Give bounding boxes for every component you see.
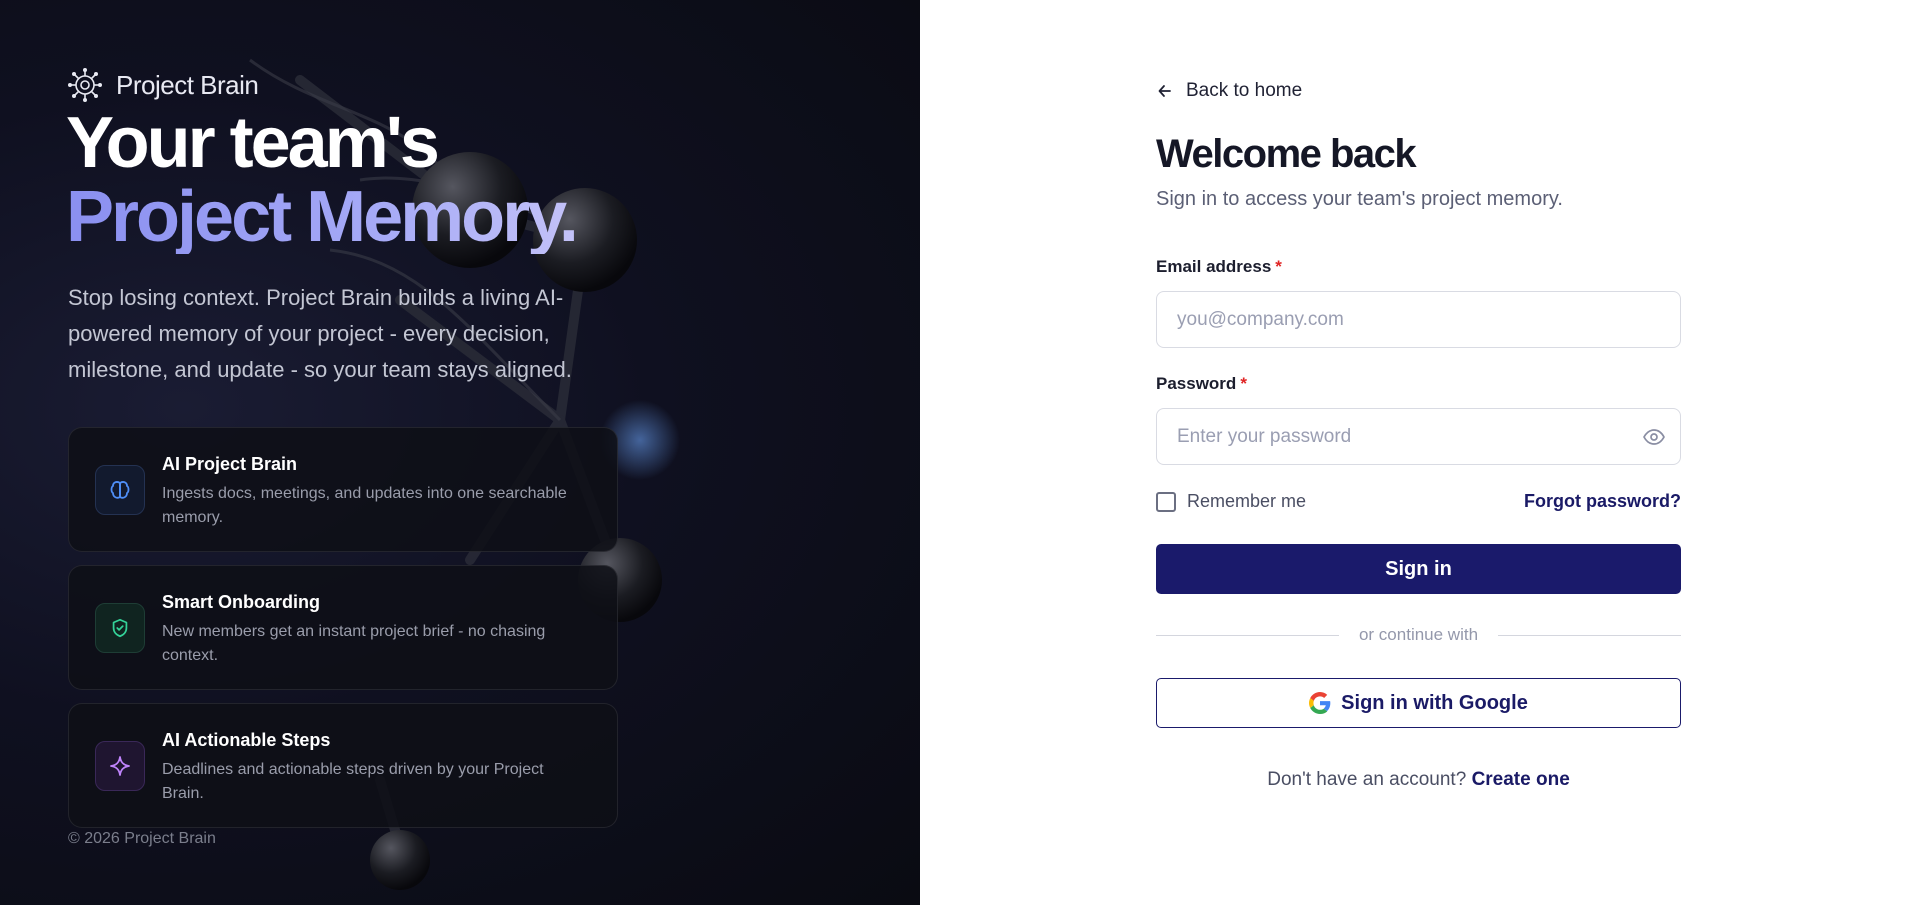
page-subtitle: Sign in to access your team's project me… [1156,188,1563,210]
signin-panel: Back to home Welcome back Sign in to acc… [920,0,1916,905]
required-mark: * [1275,257,1282,276]
network-brain-icon [68,68,102,102]
feature-description: New members get an instant project brief… [162,623,546,664]
google-sign-in-button[interactable]: Sign in with Google [1156,678,1681,728]
feature-description: Deadlines and actionable steps driven by… [162,761,544,802]
eye-icon[interactable] [1641,424,1667,450]
brand: Project Brain [68,68,259,102]
email-label-text: Email address [1156,257,1272,276]
password-label-text: Password [1156,374,1237,393]
feature-card-smart-onboarding: Smart Onboarding New members get an inst… [68,565,618,690]
back-to-home-link[interactable]: Back to home [1156,80,1302,102]
divider-line [1156,634,1339,636]
required-mark: * [1240,374,1247,393]
page-title: Welcome back [1156,132,1417,176]
email-label: Email address * [1156,257,1282,277]
remember-me-checkbox[interactable] [1156,491,1176,512]
remember-me-label: Remember me [1187,491,1307,511]
signup-prompt: Don't have an account? Create one [1156,769,1681,791]
divider: or continue with [1156,625,1682,645]
feature-card-ai-actionable-steps: AI Actionable Steps Deadlines and action… [68,703,618,828]
feature-title: AI Project Brain [162,454,298,474]
divider-label: or continue with [1358,625,1479,644]
password-label: Password * [1156,374,1247,394]
hero-description: Stop losing context. Project Brain build… [68,285,572,382]
password-field[interactable] [1156,408,1681,465]
remember-me[interactable]: Remember me [1156,491,1306,512]
sparkle-icon [95,741,145,791]
brand-name: Project Brain [116,69,259,100]
feature-title: Smart Onboarding [162,592,321,612]
brain-icon [95,465,145,515]
feature-card-ai-project-brain: AI Project Brain Ingests docs, meetings,… [68,427,618,552]
sign-in-button[interactable]: Sign in [1156,544,1681,594]
hero-line-1: Your team's [66,103,440,183]
copyright: © 2026 Project Brain [68,830,216,847]
forgot-password-link[interactable]: Forgot password? [1524,491,1681,512]
create-account-link[interactable]: Create one [1472,769,1570,790]
feature-description: Ingests docs, meetings, and updates into… [162,485,567,526]
hero-heading: Your team's Project Memory. [66,103,579,257]
google-sign-in-label: Sign in with Google [1341,691,1528,714]
shield-check-icon [95,603,145,653]
marketing-panel: Project Brain Your team's Project Memory… [0,0,920,905]
signup-prompt-text: Don't have an account? [1267,769,1467,790]
back-to-home-label: Back to home [1186,80,1303,101]
hero-line-2: Project Memory. [66,177,579,257]
divider-line [1498,634,1682,636]
feature-title: AI Actionable Steps [162,730,331,750]
google-icon [1309,692,1331,714]
email-field[interactable] [1156,291,1681,348]
arrow-left-icon [1158,85,1171,97]
